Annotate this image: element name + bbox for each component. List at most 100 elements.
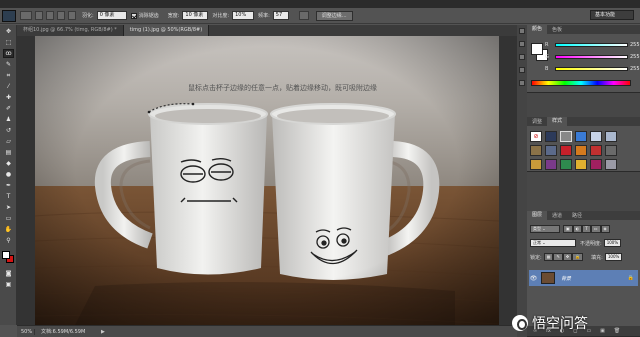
shape-tool-icon[interactable]: ▭ [3, 214, 14, 223]
status-menu-arrow-icon[interactable]: ▶ [101, 329, 105, 335]
color-swatches[interactable] [0, 249, 17, 267]
add-to-selection-icon[interactable] [46, 11, 54, 20]
filter-adjustment-icon[interactable]: ◐ [572, 225, 583, 233]
quick-select-tool-icon[interactable]: ✎ [3, 60, 14, 69]
style-preset-icon[interactable] [545, 145, 557, 156]
tab-swatches[interactable]: 色板 [547, 26, 567, 33]
new-selection-icon[interactable] [35, 11, 43, 20]
blend-mode-select[interactable]: 正常 ⌄ [530, 239, 576, 247]
style-preset-icon[interactable] [530, 145, 542, 156]
subtract-from-selection-icon[interactable] [57, 11, 65, 20]
foreground-color-swatch[interactable] [2, 251, 10, 259]
style-preset-icon[interactable] [605, 131, 617, 142]
blue-value[interactable]: 255 [630, 66, 640, 72]
crop-tool-icon[interactable]: ⌗ [3, 71, 14, 80]
opacity-input[interactable]: 100% [603, 239, 622, 247]
style-preset-icon[interactable] [530, 159, 542, 170]
info-panel-icon[interactable] [519, 80, 525, 86]
lasso-tool-icon[interactable]: ꝏ [3, 49, 14, 58]
visibility-eye-icon[interactable]: 👁 [529, 275, 538, 282]
color-spectrum-ramp[interactable] [531, 80, 631, 86]
green-slider[interactable] [555, 55, 628, 59]
hand-tool-icon[interactable]: ✋ [3, 225, 14, 234]
history-panel-icon[interactable] [519, 28, 525, 34]
delete-layer-icon[interactable]: 🗑 [614, 328, 620, 334]
blue-slider[interactable] [555, 67, 628, 71]
document-tab-cup10[interactable]: 杯组10.jpg @ 66.7% (timg, RGB/8#) * [17, 25, 124, 36]
paragraph-panel-icon[interactable] [519, 67, 525, 73]
tab-layers[interactable]: 图层 [527, 211, 548, 220]
gradient-tool-icon[interactable]: ▤ [3, 148, 14, 157]
dodge-tool-icon[interactable]: ● [3, 170, 14, 179]
tab-paths[interactable]: 路径 [567, 212, 587, 219]
tablet-pressure-icon[interactable] [298, 11, 309, 20]
style-preset-icon[interactable] [545, 131, 557, 142]
refine-edge-button[interactable]: 调整边缘... [315, 10, 353, 21]
brush-tool-icon[interactable]: ✐ [3, 104, 14, 113]
marquee-tool-icon[interactable]: ⬚ [3, 38, 14, 47]
style-preset-icon[interactable] [590, 159, 602, 170]
antialias-checkbox[interactable] [130, 12, 137, 19]
style-preset-icon[interactable] [605, 159, 617, 170]
quick-mask-icon[interactable]: ◙ [3, 269, 14, 278]
document-tab-timg1[interactable]: timg (1).jpg @ 50%(RGB/8#) [123, 25, 210, 36]
style-preset-icon[interactable] [590, 145, 602, 156]
clone-stamp-tool-icon[interactable]: ♟ [3, 115, 14, 124]
layer-name[interactable]: 背景 [561, 275, 571, 282]
frequency-input[interactable]: 57 [272, 11, 289, 20]
zoom-level[interactable]: 50% [17, 328, 35, 335]
canvas-area[interactable]: 鼠标点击杯子边缘的任意一点，贴着边缘移动，既可吸附边缘 [17, 36, 517, 325]
photoshop-logo [2, 9, 16, 22]
new-layer-icon[interactable]: ▣ [600, 328, 605, 334]
properties-panel-icon[interactable] [519, 41, 525, 47]
move-tool-icon[interactable]: ✥ [3, 27, 14, 36]
tab-channels[interactable]: 通道 [547, 212, 567, 219]
zoom-tool-icon[interactable]: ⚲ [3, 236, 14, 245]
lock-all-icon[interactable]: 🔒 [572, 253, 584, 261]
filter-type-icon[interactable]: T [582, 225, 591, 233]
intersect-selection-icon[interactable] [68, 11, 76, 20]
contrast-input[interactable]: 10% [232, 11, 255, 20]
eraser-tool-icon[interactable]: ▱ [3, 137, 14, 146]
healing-brush-tool-icon[interactable]: ✚ [3, 93, 14, 102]
panel-foreground-swatch[interactable] [531, 43, 543, 55]
pen-tool-icon[interactable]: ✒ [3, 181, 14, 190]
character-panel-icon[interactable] [519, 54, 525, 60]
layer-row-background[interactable]: 👁 背景 🔒 [529, 270, 638, 286]
tool-preset-picker[interactable] [20, 11, 32, 20]
red-value[interactable]: 255 [630, 42, 640, 48]
fill-input[interactable]: 100% [604, 253, 623, 261]
screen-mode-icon[interactable]: ▣ [3, 280, 14, 289]
tab-adjustments[interactable]: 调整 [527, 118, 547, 125]
document-image[interactable]: 鼠标点击杯子边缘的任意一点，贴着边缘移动，既可吸附边缘 [35, 36, 499, 325]
style-preset-icon[interactable] [560, 145, 572, 156]
style-preset-icon[interactable] [605, 145, 617, 156]
red-slider[interactable] [555, 43, 628, 47]
width-input[interactable]: 10 像素 [182, 11, 209, 20]
filter-smart-icon[interactable]: ◈ [600, 225, 610, 233]
style-preset-icon[interactable] [560, 131, 572, 142]
filter-shape-icon[interactable]: ▭ [590, 225, 601, 233]
lock-position-icon[interactable]: ✥ [562, 253, 573, 261]
tab-color[interactable]: 颜色 [527, 25, 548, 34]
style-preset-icon[interactable] [575, 145, 587, 156]
style-preset-icon[interactable] [590, 131, 602, 142]
tab-styles[interactable]: 样式 [547, 117, 568, 126]
feather-input[interactable]: 0 像素 [96, 11, 127, 20]
lock-image-icon[interactable]: ✎ [553, 253, 563, 261]
style-none-icon[interactable]: ⊘ [530, 131, 542, 142]
path-select-tool-icon[interactable]: ➤ [3, 203, 14, 212]
style-preset-icon[interactable] [560, 159, 572, 170]
style-preset-icon[interactable] [545, 159, 557, 170]
blur-tool-icon[interactable]: ◆ [3, 159, 14, 168]
history-brush-tool-icon[interactable]: ↺ [3, 126, 14, 135]
filter-pixel-icon[interactable]: ▣ [563, 225, 573, 233]
style-preset-icon[interactable] [575, 131, 587, 142]
style-preset-icon[interactable] [575, 159, 587, 170]
layer-kind-filter[interactable]: 类型 ⌄ [530, 225, 560, 233]
lock-transparent-icon[interactable]: ▦ [543, 253, 554, 261]
type-tool-icon[interactable]: T [3, 192, 14, 201]
green-value[interactable]: 255 [630, 54, 640, 60]
eyedropper-tool-icon[interactable]: ⁄ [3, 82, 14, 91]
workspace-switcher[interactable]: 基本功能 [590, 10, 634, 20]
